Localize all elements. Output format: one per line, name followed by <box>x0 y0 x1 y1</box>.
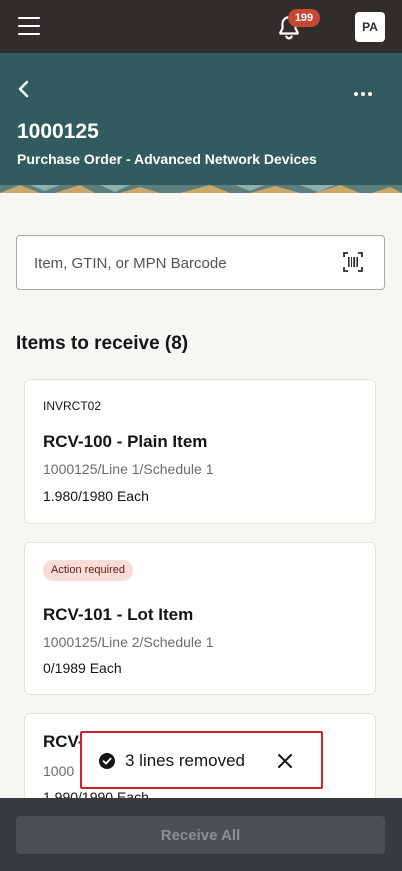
toast-message: 3 lines removed <box>125 751 246 770</box>
item-card[interactable]: Action required RCV-101 - Lot Item 10001… <box>24 542 376 695</box>
item-quantity: 0/1989 Each <box>43 660 122 676</box>
barcode-scan-icon[interactable] <box>343 252 363 272</box>
barcode-search-input[interactable] <box>34 250 334 276</box>
chevron-left-icon[interactable] <box>14 78 34 100</box>
items-section-title: Items to receive (8) <box>16 333 189 354</box>
item-inventory-code: INVRCT02 <box>43 399 102 413</box>
app-bar: 199 PA <box>0 0 402 53</box>
footer-bar: Receive All <box>0 798 402 871</box>
check-circle-icon <box>99 753 115 769</box>
notification-count-badge: 199 <box>288 9 320 27</box>
item-quantity: 1.980/1980 Each <box>43 488 149 504</box>
page-title: 1000125 <box>17 120 99 143</box>
more-horizontal-icon[interactable] <box>354 83 378 96</box>
header-decorative-pattern <box>0 185 402 193</box>
item-title: RCV-101 - Lot Item <box>43 605 194 624</box>
item-title: RCV- <box>43 732 84 751</box>
page-subtitle: Purchase Order - Advanced Network Device… <box>17 151 317 167</box>
item-title: RCV-100 - Plain Item <box>43 432 208 451</box>
toast-notification: 3 lines removed <box>80 731 323 789</box>
page-header: 1000125 Purchase Order - Advanced Networ… <box>0 53 402 193</box>
item-line-reference: 1000125/Line 2/Schedule 1 <box>43 634 214 650</box>
item-card[interactable]: INVRCT02 RCV-100 - Plain Item 1000125/Li… <box>24 379 376 524</box>
hamburger-menu-icon[interactable] <box>18 17 40 35</box>
close-icon[interactable] <box>276 752 294 770</box>
user-avatar[interactable]: PA <box>355 12 385 42</box>
action-required-badge: Action required <box>43 560 133 581</box>
item-line-reference: 1000125/Line 1/Schedule 1 <box>43 461 214 477</box>
barcode-search-field[interactable] <box>16 235 385 290</box>
item-line-reference: 1000 <box>43 763 75 779</box>
receive-all-button[interactable]: Receive All <box>16 816 385 854</box>
